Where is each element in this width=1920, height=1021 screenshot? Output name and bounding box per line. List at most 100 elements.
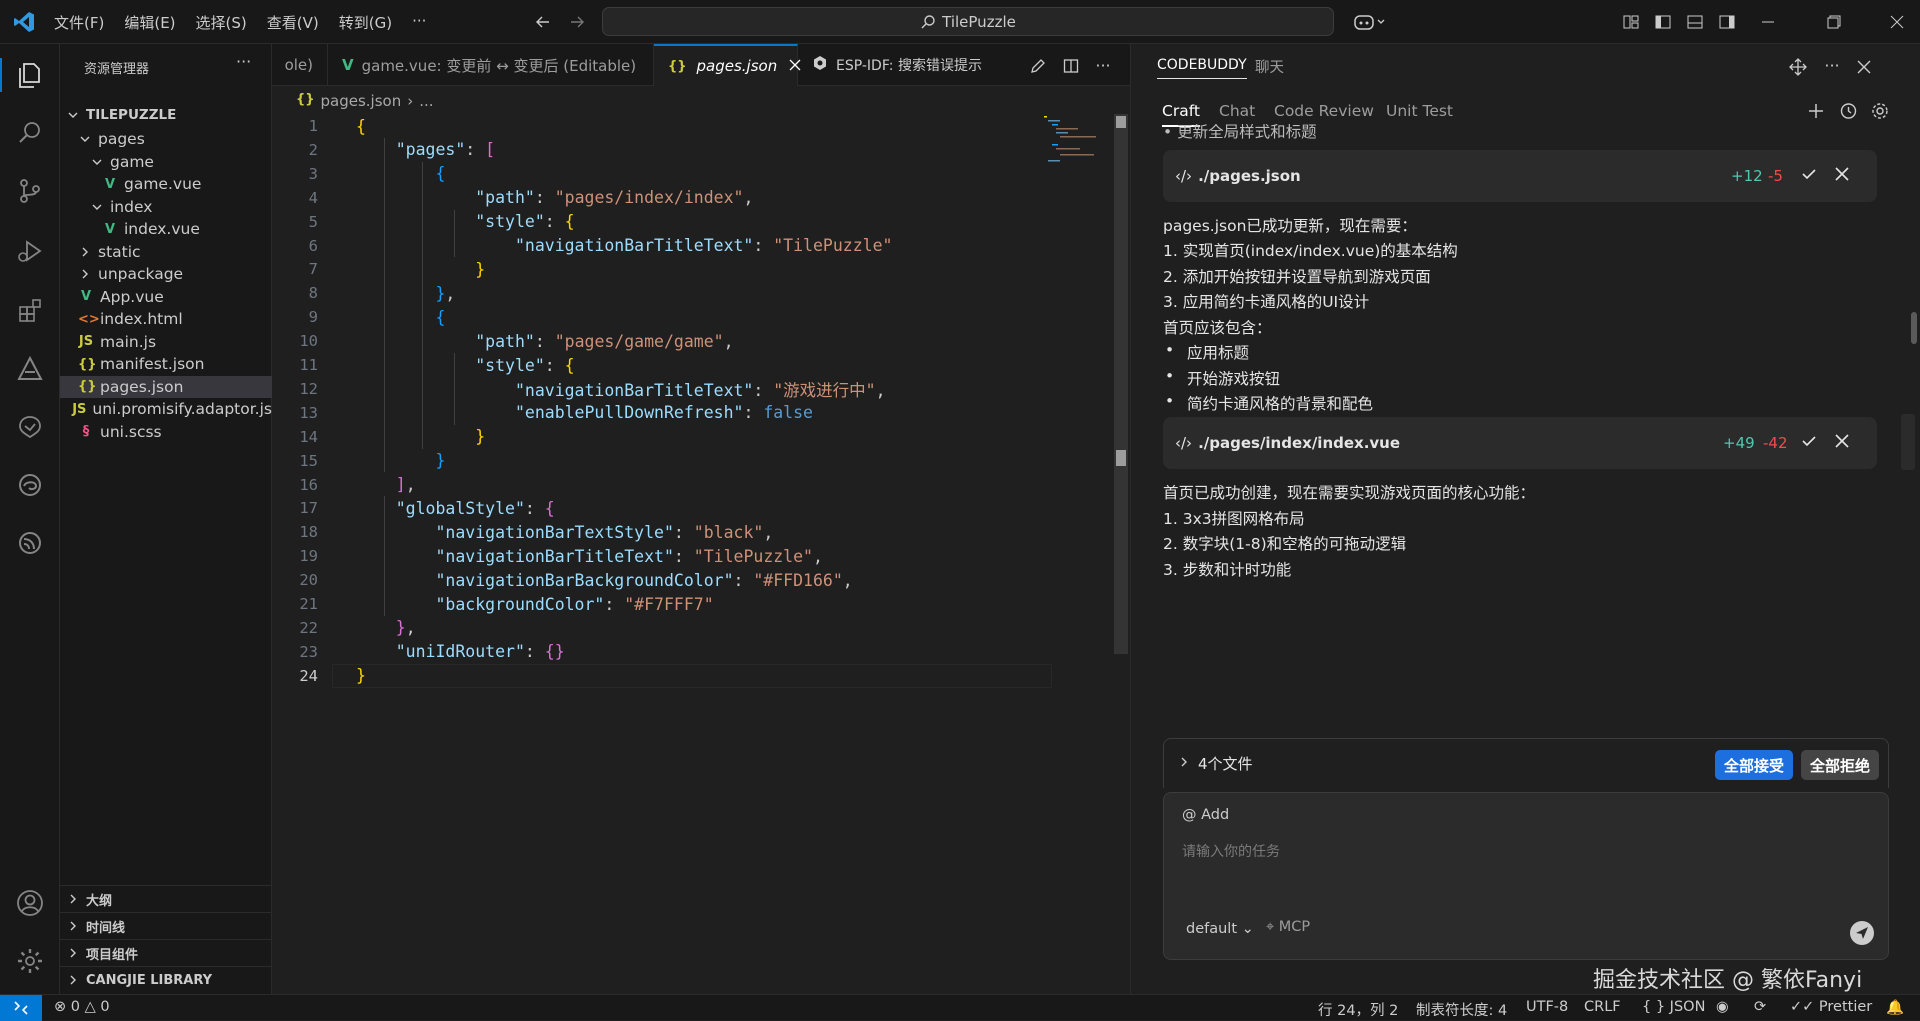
tree-item[interactable]: JS main.js <box>60 331 272 353</box>
menu-go[interactable]: 转到(G) <box>329 12 402 33</box>
copilot-status-icon[interactable]: ◉ <box>1716 999 1729 1015</box>
subtab-code-review[interactable]: Code Review <box>1274 102 1374 120</box>
panel-settings-icon[interactable] <box>1869 100 1891 122</box>
accept-check-icon[interactable] <box>1801 433 1817 453</box>
task-input-placeholder[interactable]: 请输入你的任务 <box>1182 841 1280 861</box>
search-icon[interactable] <box>13 116 47 150</box>
remote-indicator[interactable] <box>0 995 42 1021</box>
tree-item[interactable]: Vgame.vue <box>60 173 272 195</box>
reject-x-icon[interactable] <box>1835 434 1849 452</box>
breadcrumb-item[interactable]: ... <box>419 92 433 110</box>
menu-edit[interactable]: 编辑(E) <box>114 12 185 33</box>
plugin-icon[interactable] <box>13 410 47 444</box>
minimap[interactable] <box>1042 114 1102 164</box>
codebuddy-icon[interactable] <box>13 352 47 386</box>
forward-arrow-icon[interactable] <box>566 11 588 33</box>
sync-icon[interactable]: ⟳ <box>1754 999 1766 1015</box>
notifications-bell-icon[interactable]: 🔔 <box>1886 999 1904 1016</box>
customize-layout-icon[interactable] <box>1620 11 1642 33</box>
back-arrow-icon[interactable] <box>532 11 554 33</box>
toggle-panel-icon[interactable] <box>1684 11 1706 33</box>
tab-pages-json[interactable]: {} pages.json <box>654 44 801 86</box>
edge-icon[interactable] <box>13 468 47 502</box>
close-panel-icon[interactable] <box>1853 56 1875 78</box>
chevron-right-icon[interactable] <box>1178 754 1190 772</box>
explorer-more-icon[interactable]: ··· <box>236 52 251 71</box>
toggle-secondary-sidebar-icon[interactable] <box>1716 11 1738 33</box>
edit-pencil-icon[interactable] <box>1027 55 1049 77</box>
model-select[interactable]: default ⌄ <box>1186 921 1254 937</box>
panel-more-icon[interactable]: ··· <box>1821 54 1843 76</box>
reject-x-icon[interactable] <box>1835 167 1849 185</box>
close-window-icon[interactable] <box>1886 11 1908 33</box>
panel-tab-codebuddy[interactable]: CODEBUDDY <box>1157 57 1247 79</box>
accept-check-icon[interactable] <box>1801 166 1817 186</box>
send-icon[interactable] <box>1850 921 1874 945</box>
tree-item[interactable]: JS uni.promisify.adaptor.js <box>60 398 272 420</box>
new-chat-plus-icon[interactable] <box>1805 100 1827 122</box>
menu-more[interactable]: ··· <box>402 12 436 33</box>
panel-tab-chat[interactable]: 聊天 <box>1255 56 1284 77</box>
editor-more-icon[interactable]: ··· <box>1092 54 1114 76</box>
encoding[interactable]: UTF-8 <box>1526 999 1568 1015</box>
tree-item[interactable]: § uni.scss <box>60 421 272 443</box>
tab-espidf[interactable]: ESP-IDF: 搜索错误提示 <box>798 44 1028 86</box>
chat-scroll-area[interactable]: • 更新全局样式和标题 ‹/› ./pages.json +12 -5 page… <box>1131 124 1920 604</box>
task-input-box[interactable]: @ Add 请输入你的任务 default ⌄ ⌖ MCP <box>1163 792 1889 960</box>
accept-all-button[interactable]: 全部接受 <box>1715 750 1793 780</box>
settings-gear-icon[interactable] <box>13 944 47 978</box>
source-control-icon[interactable] <box>13 174 47 208</box>
tree-root[interactable]: TILEPUZZLE <box>60 101 272 128</box>
tree-item[interactable]: Vindex.vue <box>60 218 272 240</box>
line-ending[interactable]: CRLF <box>1584 999 1621 1015</box>
breadcrumb-item[interactable]: pages.json <box>321 92 402 110</box>
explorer-icon[interactable] <box>13 58 47 92</box>
tree-item[interactable]: V App.vue <box>60 286 272 308</box>
chat-scrollbar[interactable] <box>1911 312 1917 344</box>
espidf-icon[interactable] <box>13 526 47 560</box>
prettier-status[interactable]: ✓✓ Prettier <box>1790 999 1872 1015</box>
file-change-card-index-vue[interactable]: ‹/› ./pages/index/index.vue +49 -42 <box>1163 417 1877 469</box>
tree-item[interactable]: {} manifest.json <box>60 353 272 375</box>
file-change-card-pages-json[interactable]: ‹/› ./pages.json +12 -5 <box>1163 150 1877 202</box>
tree-item[interactable]: <> index.html <box>60 308 272 330</box>
problems-indicator[interactable]: ⊗ 0 △ 0 <box>54 999 110 1015</box>
cursor-position[interactable]: 行 24，列 2 <box>1318 999 1398 1020</box>
move-icon[interactable] <box>1787 56 1809 78</box>
restore-icon[interactable] <box>1823 11 1845 33</box>
toggle-sidebar-icon[interactable] <box>1652 11 1674 33</box>
side-grip[interactable] <box>1901 414 1915 470</box>
history-icon[interactable] <box>1837 100 1859 122</box>
tab-game-vue-diff[interactable]: V game.vue: 变更前 ↔ 变更后 (Editable) <box>328 44 654 86</box>
tree-item[interactable]: static <box>60 241 272 263</box>
extensions-icon[interactable] <box>13 294 47 328</box>
tree-item[interactable]: pages <box>60 128 272 150</box>
split-editor-icon[interactable] <box>1060 55 1082 77</box>
menu-file[interactable]: 文件(F) <box>44 12 114 33</box>
menu-view[interactable]: 查看(V) <box>257 12 329 33</box>
add-context-button[interactable]: @ Add <box>1182 807 1229 823</box>
tab-truncated[interactable]: ole) <box>272 44 328 86</box>
editor-scrollbar[interactable] <box>1114 114 1128 654</box>
section-timeline[interactable]: 时间线 <box>60 912 272 939</box>
section-outline[interactable]: 大纲 <box>60 885 272 912</box>
tree-item[interactable]: {} pages.json <box>60 375 272 398</box>
mcp-button[interactable]: ⌖ MCP <box>1266 919 1310 935</box>
tree-item[interactable]: game <box>60 151 272 173</box>
tree-item[interactable]: unpackage <box>60 263 272 285</box>
section-cangjie-library[interactable]: CANGJIE LIBRARY <box>60 966 272 993</box>
subtab-chat[interactable]: Chat <box>1219 102 1255 120</box>
menu-selection[interactable]: 选择(S) <box>186 12 257 33</box>
language-mode[interactable]: { } JSON <box>1642 999 1705 1015</box>
section-project-components[interactable]: 项目组件 <box>60 939 272 966</box>
files-count[interactable]: 4个文件 <box>1198 753 1253 774</box>
copilot-icon[interactable] <box>1350 11 1390 33</box>
command-center-search[interactable]: TilePuzzle <box>602 7 1334 36</box>
tree-item[interactable]: index <box>60 196 272 218</box>
subtab-unit-test[interactable]: Unit Test <box>1386 102 1453 120</box>
account-icon[interactable] <box>13 886 47 920</box>
run-debug-icon[interactable] <box>13 234 47 268</box>
minimize-icon[interactable] <box>1757 11 1779 33</box>
reject-all-button[interactable]: 全部拒绝 <box>1801 750 1879 780</box>
tab-size[interactable]: 制表符长度: 4 <box>1416 999 1507 1020</box>
